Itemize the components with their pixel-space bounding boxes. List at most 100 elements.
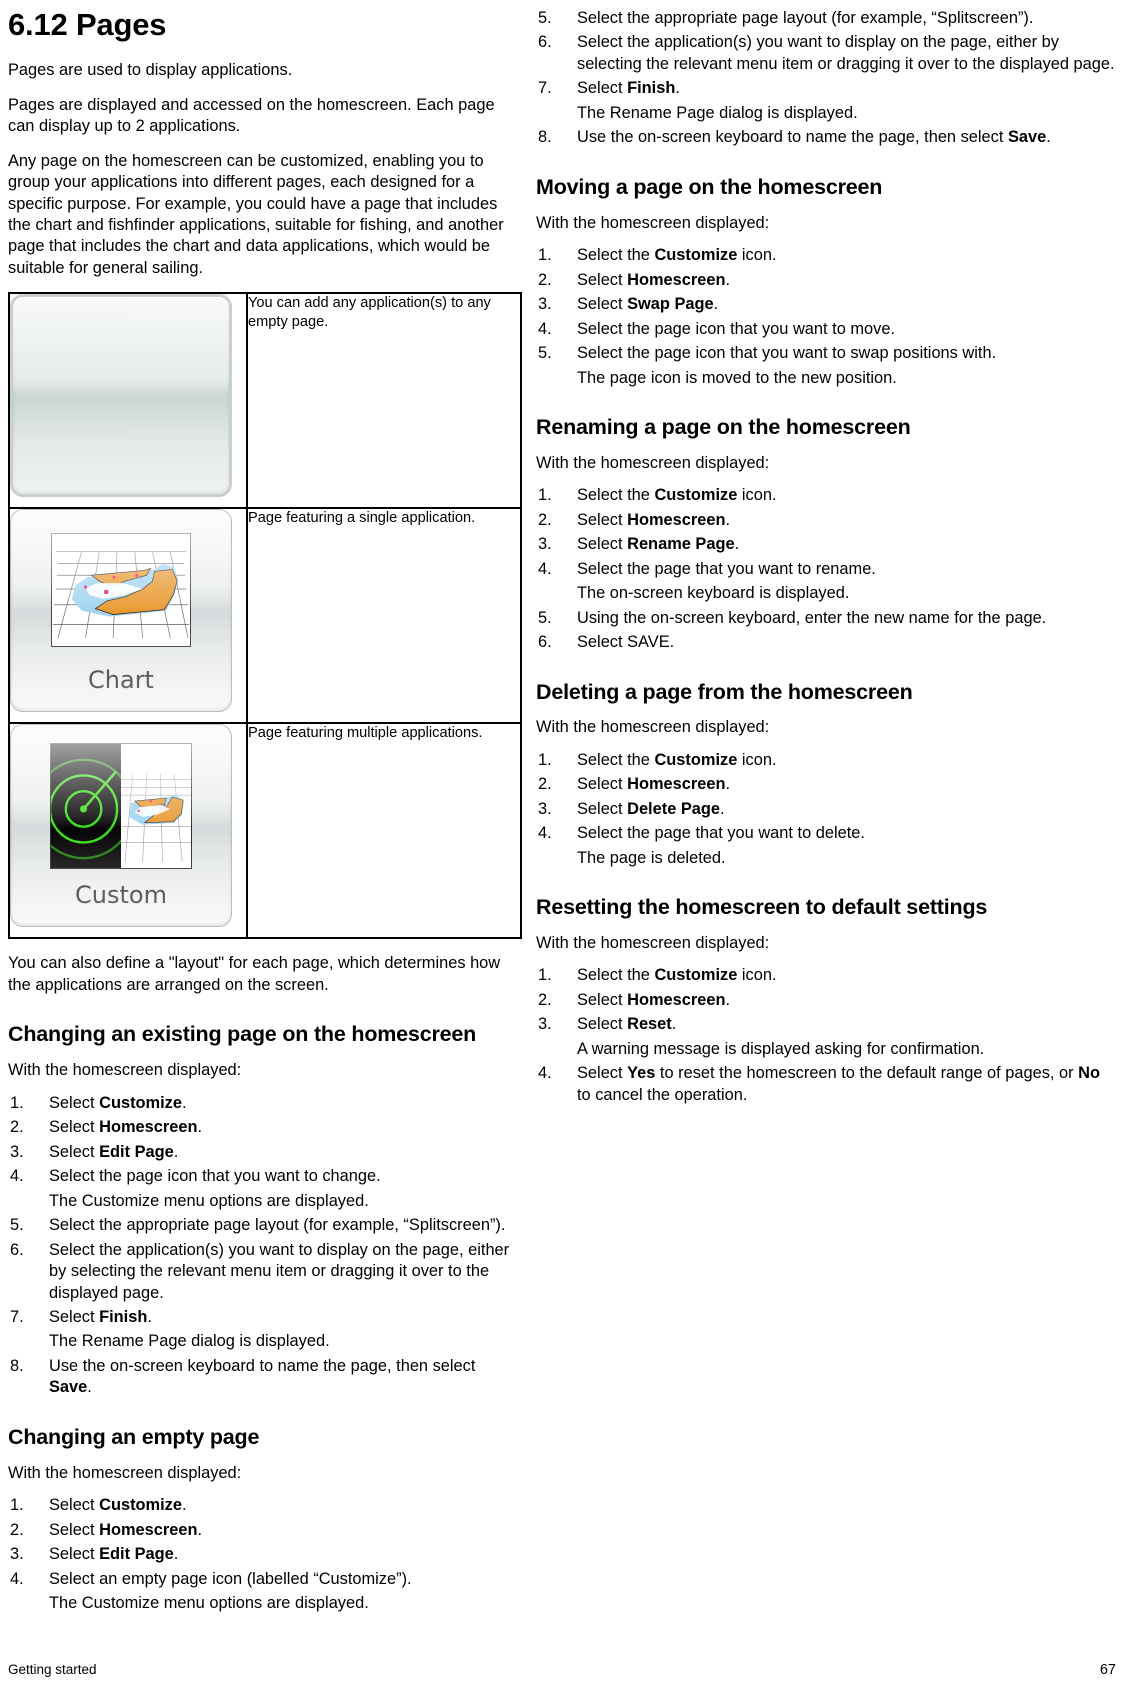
emphasis-text: No xyxy=(1078,1064,1101,1083)
table-row: Custom Page featuring multiple applicati… xyxy=(8,722,522,940)
step-item: 3. Select Rename Page. xyxy=(536,534,1116,555)
step-number: 3. xyxy=(538,1015,552,1034)
step-number: 3. xyxy=(10,1142,24,1161)
intro-paragraph-1: Pages are used to display applications. xyxy=(8,61,293,80)
emphasis-text: Homescreen xyxy=(99,1520,198,1539)
section-intro: With the homescreen displayed: xyxy=(536,718,770,737)
emphasis-text: Delete Page xyxy=(627,799,721,818)
section-intro: With the homescreen displayed: xyxy=(536,453,770,472)
section-heading: Changing an empty page xyxy=(8,1424,260,1449)
step-item: 5. Using the on-screen keyboard, enter th… xyxy=(536,608,1116,629)
right-column: 5. Select the appropriate page layout (fo… xyxy=(536,8,1116,1109)
step-item: 8. Use the on-screen keyboard to name the… xyxy=(10,1356,476,1397)
step-list: 1. Select the Customize icon. 2. Select Hom… xyxy=(536,485,1116,653)
emphasis-text: Finish xyxy=(627,79,676,98)
radar-icon xyxy=(51,744,121,869)
section-moving-page: Moving a page on the homescreen With the… xyxy=(536,175,1116,389)
caption-cell: Page featuring a single application. xyxy=(246,507,522,725)
step-number: 2. xyxy=(10,1520,24,1539)
step-number: 1. xyxy=(538,750,552,769)
step-item: 1. Select the Customize icon. xyxy=(536,245,1116,266)
step-number: 6. xyxy=(538,33,552,52)
step-number: 1. xyxy=(10,1496,24,1515)
emphasis-text: Reset xyxy=(627,1015,672,1034)
step-item: 5. Select the page icon that you want to … xyxy=(536,343,1116,364)
section-resetting-homescreen: Resetting the homescreen to default sett… xyxy=(536,895,1116,1106)
step-list: 1. Select Customize. 2. Select Homescreen. 3… xyxy=(8,1093,522,1399)
emphasis-text: Save xyxy=(49,1378,88,1397)
emphasis-text: Customize xyxy=(99,1093,182,1112)
step-result-text: The Rename Page dialog is displayed. xyxy=(49,1332,330,1351)
emphasis-text: Homescreen xyxy=(99,1118,198,1137)
step-number: 3. xyxy=(538,535,552,554)
left-column: 6.12 Pages Pages are used to display app… xyxy=(8,7,536,1618)
empty-page-icon xyxy=(10,294,232,498)
custom-page-icon-label: Custom xyxy=(75,881,167,910)
footer-page-number: 67 xyxy=(1099,1662,1116,1678)
two-column-layout: 6.12 Pages Pages are used to display app… xyxy=(8,7,1116,1618)
glass-overlay xyxy=(13,297,229,495)
emphasis-text: Save xyxy=(1007,128,1047,147)
emphasis-text: Edit Page xyxy=(99,1545,174,1564)
section-intro: With the homescreen displayed: xyxy=(8,1061,242,1080)
step-number: 1. xyxy=(10,1093,24,1112)
footer-chapter-label: Getting started xyxy=(8,1662,97,1677)
step-item: 7. Select Finish. xyxy=(536,78,1116,99)
step-number: 2. xyxy=(10,1118,24,1137)
step-item: 4. Select the page icon that you want to … xyxy=(536,319,1116,340)
page-title: 6.12 Pages xyxy=(8,7,167,42)
splitscreen-thumbnail xyxy=(50,743,192,870)
step-number: 5. xyxy=(538,344,552,363)
emphasis-text: Homescreen xyxy=(627,510,726,529)
step-number: 1. xyxy=(538,246,552,265)
section-deleting-page: Deleting a page from the homescreen With… xyxy=(536,680,1116,870)
emphasis-text: Homescreen xyxy=(627,990,726,1009)
step-item: 3. Select Reset. xyxy=(536,1014,1116,1035)
chart-page-icon-label: Chart xyxy=(88,666,154,695)
step-result-text: The page icon is moved to the new positi… xyxy=(577,368,897,387)
section-heading: Renaming a page on the homescreen xyxy=(536,415,911,440)
section-heading: Changing an existing page on the homescr… xyxy=(8,1022,477,1047)
section-changing-empty-page-continued: 5. Select the appropriate page layout (fo… xyxy=(536,8,1116,149)
step-item: 6. Select the application(s) you want to … xyxy=(538,33,1115,73)
emphasis-text: Edit Page xyxy=(99,1142,174,1161)
step-item: 2. Select Homescreen. xyxy=(536,990,1116,1011)
emphasis-text: Customize xyxy=(654,750,738,769)
empty-page-icon-cell xyxy=(8,292,248,510)
radar-half xyxy=(51,744,121,869)
section-heading: Deleting a page from the homescreen xyxy=(536,679,913,704)
step-item: 1. Select the Customize icon. xyxy=(536,485,1116,506)
step-result-text: The Customize menu options are displayed… xyxy=(49,1594,369,1613)
document-page: 6.12 Pages Pages are used to display app… xyxy=(0,0,1144,1692)
step-number: 4. xyxy=(538,1064,552,1083)
chart-page-icon: Chart xyxy=(10,509,232,713)
step-number: 4. xyxy=(10,1569,24,1588)
step-item: 1. Select the Customize icon. xyxy=(536,965,1116,986)
section-intro: With the homescreen displayed: xyxy=(536,933,770,952)
emphasis-text: Finish xyxy=(99,1307,148,1326)
chart-graphic-icon xyxy=(52,534,190,647)
step-number: 6. xyxy=(538,633,552,652)
step-item: 1. Select Customize. xyxy=(8,1093,522,1114)
emphasis-text: Rename Page xyxy=(627,535,735,554)
caption-cell: You can add any application(s) to any em… xyxy=(246,292,522,510)
layout-paragraph: You can also define a "layout" for each … xyxy=(8,954,501,994)
step-number: 4. xyxy=(538,824,552,843)
emphasis-text: Customize xyxy=(654,486,738,505)
step-item: 6. Select SAVE. xyxy=(536,632,1116,653)
step-item: 3. Select Swap Page. xyxy=(536,294,1116,315)
step-result-text: The Customize menu options are displayed… xyxy=(49,1191,369,1210)
chart-thumbnail xyxy=(51,533,191,648)
emphasis-text: Customize xyxy=(99,1496,182,1515)
table-row: You can add any application(s) to any em… xyxy=(8,292,522,510)
step-number: 3. xyxy=(10,1545,24,1564)
step-number: 4. xyxy=(10,1167,24,1186)
step-number: 4. xyxy=(538,559,552,578)
intro-paragraph-3: Any page on the homescreen can be custom… xyxy=(8,151,504,277)
step-item: 2. Select Homescreen. xyxy=(8,1117,522,1138)
chart-graphic-icon xyxy=(121,744,191,869)
step-number: 1. xyxy=(538,966,552,985)
step-item: 8. Use the on-screen keyboard to name the… xyxy=(536,127,1116,148)
step-number: 1. xyxy=(538,486,552,505)
chart-page-icon-cell: Chart xyxy=(8,507,248,725)
